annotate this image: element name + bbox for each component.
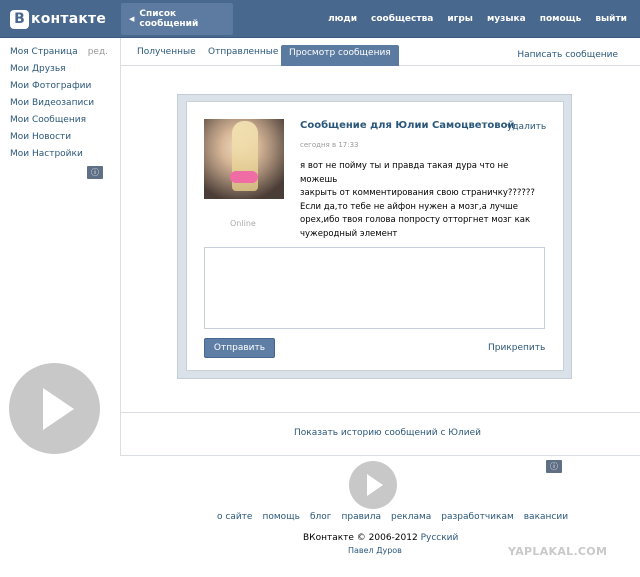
copyright-text: ВКонтакте © 2006-2012 <box>303 533 418 543</box>
footer-links: о сайте помощь блог правила реклама разр… <box>217 512 578 522</box>
menu-my-videos[interactable]: Мои Видеозаписи <box>10 95 120 112</box>
nav-people[interactable]: люди <box>328 14 357 24</box>
left-menu: Моя Страница ред. Мои Друзья Мои Фотограф… <box>10 44 120 163</box>
copyright: ВКонтакте © 2006-2012 Русский <box>303 533 458 543</box>
delete-link[interactable]: удалить <box>507 122 546 132</box>
back-button-label: Список сообщений <box>139 9 199 29</box>
message-line: чужеродный элемент <box>300 228 398 239</box>
vk-logo[interactable]: B контакте <box>10 9 106 29</box>
footer-link-about[interactable]: о сайте <box>217 512 252 522</box>
info-icon[interactable]: ⓘ <box>87 166 103 179</box>
message-line: орех,ибо твоя голова попросту отторгнет … <box>300 215 531 225</box>
message-tabs: Полученные Отправленные Просмотр сообщен… <box>121 38 640 66</box>
tab-sent[interactable]: Отправленные <box>208 47 278 57</box>
nav-help[interactable]: помощь <box>540 14 582 24</box>
divider <box>121 455 640 456</box>
menu-my-friends[interactable]: Мои Друзья <box>10 61 120 78</box>
avatar-detail <box>230 171 258 183</box>
main-content: Полученные Отправленные Просмотр сообщен… <box>120 38 640 456</box>
send-button[interactable]: Отправить <box>204 338 275 358</box>
message-line: я вот не пойму ты и правда такая дура чт… <box>300 161 509 185</box>
menu-my-page[interactable]: Моя Страница ред. <box>10 44 120 61</box>
nav-games[interactable]: игры <box>447 14 473 24</box>
message-line: Если да,то тебе не айфон нужен а мозг,а … <box>300 201 518 212</box>
nav-logout[interactable]: выйти <box>595 14 627 24</box>
menu-my-photos[interactable]: Мои Фотографии <box>10 78 120 95</box>
chevron-left-icon: ◀ <box>129 15 135 23</box>
write-message-link[interactable]: Написать сообщение <box>517 50 618 60</box>
edit-link[interactable]: ред. <box>88 47 108 57</box>
nav-communities[interactable]: сообщества <box>371 14 433 24</box>
language-link[interactable]: Русский <box>421 533 459 543</box>
menu-my-settings[interactable]: Мои Настройки <box>10 146 120 163</box>
back-to-messages-button[interactable]: ◀ Список сообщений <box>121 3 233 35</box>
footer-link-jobs[interactable]: вакансии <box>524 512 568 522</box>
top-header: B контакте ◀ Список сообщений люди сообщ… <box>0 0 640 38</box>
footer-link-blog[interactable]: блог <box>310 512 332 522</box>
play-icon[interactable] <box>349 461 397 509</box>
show-history-link[interactable]: Показать историю сообщений с Юлией <box>294 428 481 438</box>
tab-view-message[interactable]: Просмотр сообщения <box>281 45 399 66</box>
menu-my-page-label: Моя Страница <box>10 47 78 57</box>
attach-link[interactable]: Прикрепить <box>488 343 545 353</box>
message-time: сегодня в 17:33 <box>300 141 359 149</box>
play-icon[interactable] <box>9 363 100 454</box>
top-nav: люди сообщества игры музыка помощь выйти <box>328 0 640 38</box>
reply-textarea[interactable] <box>204 247 545 329</box>
info-icon[interactable]: ⓘ <box>546 460 562 473</box>
menu-my-news[interactable]: Мои Новости <box>10 129 120 146</box>
logo-text: контакте <box>31 11 107 27</box>
menu-my-messages[interactable]: Мои Сообщения <box>10 112 120 129</box>
logo-letter: B <box>10 9 29 29</box>
message-panel: Online Сообщение для Юлии Самоцветовой у… <box>177 94 572 379</box>
avatar[interactable] <box>204 119 284 199</box>
footer-link-developers[interactable]: разработчикам <box>441 512 513 522</box>
footer-link-help[interactable]: помощь <box>262 512 299 522</box>
footer-link-rules[interactable]: правила <box>341 512 381 522</box>
message-line: закрыть от комментирования свою страничк… <box>300 188 535 198</box>
author-link[interactable]: Павел Дуров <box>348 546 402 555</box>
watermark: YAPLAKAL.COM <box>508 545 608 558</box>
tab-received[interactable]: Полученные <box>137 47 196 57</box>
message-card: Online Сообщение для Юлии Самоцветовой у… <box>186 101 564 371</box>
divider <box>121 412 640 413</box>
message-body: я вот не пойму ты и правда такая дура чт… <box>300 160 545 241</box>
footer-link-ads[interactable]: реклама <box>391 512 431 522</box>
online-status: Online <box>230 219 256 228</box>
message-title[interactable]: Сообщение для Юлии Самоцветовой <box>300 120 514 131</box>
nav-music[interactable]: музыка <box>487 14 526 24</box>
